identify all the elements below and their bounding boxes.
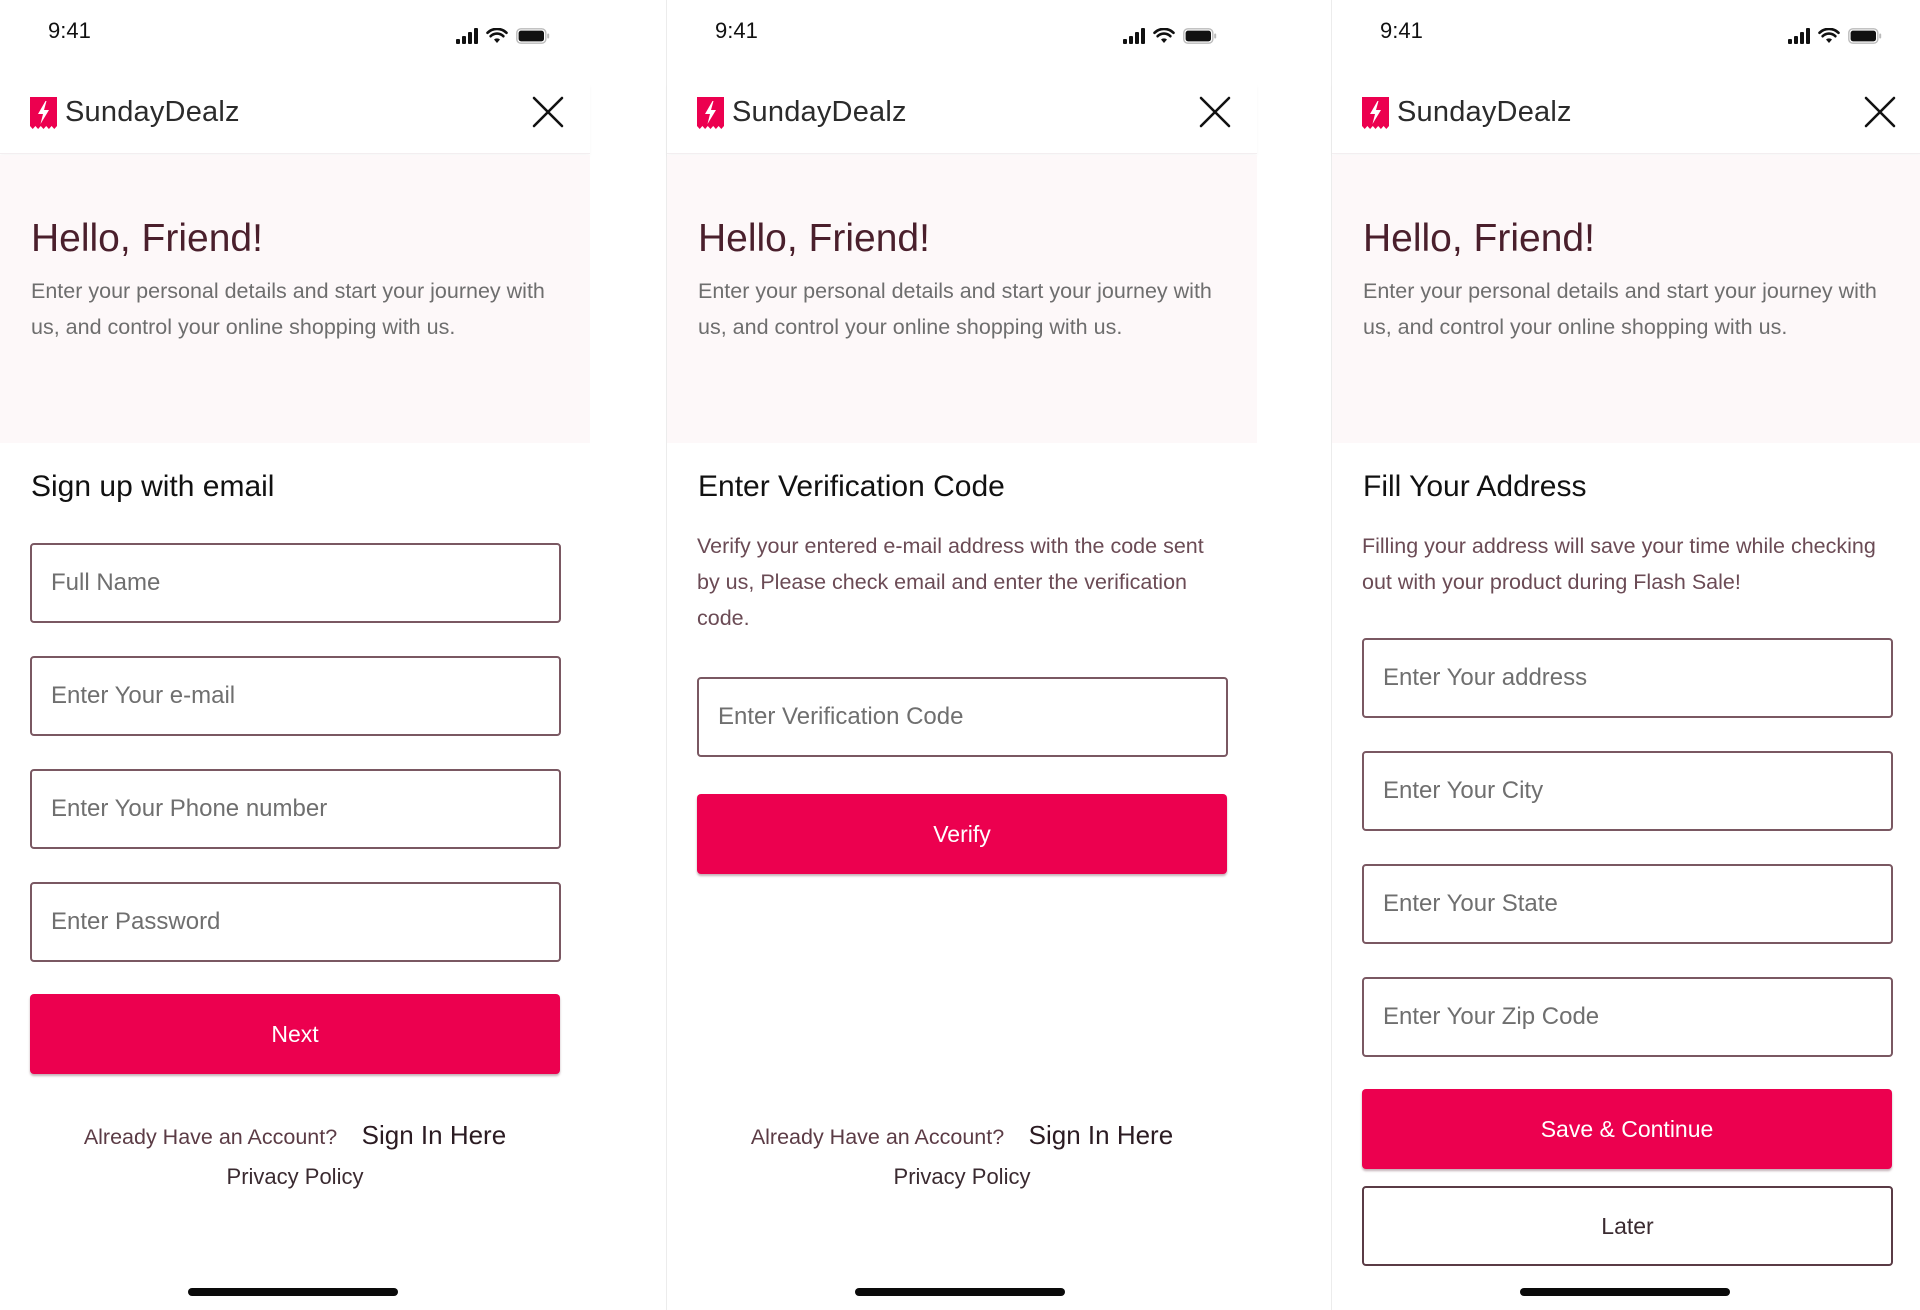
state-field[interactable] [1362, 864, 1893, 944]
next-button[interactable]: Next [30, 994, 560, 1074]
cellular-signal-icon [1788, 28, 1810, 44]
hero-banner: Hello, Friend! Enter your personal detai… [0, 155, 590, 443]
lightning-ticket-icon [30, 96, 57, 129]
hero-title: Hello, Friend! [1363, 217, 1595, 260]
cellular-signal-icon [456, 28, 478, 44]
hero-title: Hello, Friend! [698, 217, 930, 260]
zip-code-field[interactable] [1362, 977, 1893, 1057]
hero-subtitle: Enter your personal details and start yo… [698, 279, 1212, 339]
address-input[interactable] [1364, 640, 1891, 716]
hero-banner: Hello, Friend! Enter your personal detai… [667, 155, 1257, 443]
cellular-signal-icon [1123, 28, 1145, 44]
signin-prompt: Already Have an Account? [750, 1125, 1005, 1149]
signin-row: Already Have an Account? Sign In Here [0, 1120, 590, 1151]
brand-name: SundayDealz [732, 96, 907, 128]
wifi-icon [1153, 28, 1175, 44]
close-icon[interactable] [530, 94, 566, 130]
app-header: SundayDealz [667, 84, 1257, 154]
sign-in-link[interactable]: Sign In Here [362, 1120, 507, 1150]
status-icons [456, 28, 550, 44]
privacy-policy-link[interactable]: Privacy Policy [667, 1164, 1257, 1190]
wifi-icon [1818, 28, 1840, 44]
email-field[interactable] [30, 656, 561, 736]
status-bar: 9:41 [667, 0, 1257, 70]
verification-screen: 9:41 SundayDealz Hello, Friend! Enter yo… [666, 0, 1257, 1310]
hero-banner: Hello, Friend! Enter your personal detai… [1332, 155, 1920, 443]
brand-name: SundayDealz [65, 96, 240, 128]
save-continue-button[interactable]: Save & Continue [1362, 1089, 1892, 1169]
battery-icon [1183, 28, 1217, 44]
verify-button[interactable]: Verify [697, 794, 1227, 874]
state-input[interactable] [1364, 866, 1891, 942]
password-field[interactable] [30, 882, 561, 962]
city-input[interactable] [1364, 753, 1891, 829]
status-time: 9:41 [1380, 18, 1423, 43]
sign-in-link[interactable]: Sign In Here [1029, 1120, 1174, 1150]
lightning-ticket-icon [1362, 96, 1389, 129]
home-indicator [855, 1288, 1065, 1296]
address-field[interactable] [1362, 638, 1893, 718]
status-time: 9:41 [715, 18, 758, 43]
home-indicator [188, 1288, 398, 1296]
wifi-icon [486, 28, 508, 44]
status-bar: 9:41 [0, 0, 590, 70]
home-indicator [1520, 1288, 1730, 1296]
verification-code-field[interactable] [697, 677, 1228, 757]
phone-field[interactable] [30, 769, 561, 849]
signin-row: Already Have an Account? Sign In Here [667, 1120, 1257, 1151]
hero-subtitle: Enter your personal details and start yo… [1363, 279, 1877, 339]
email-input[interactable] [32, 658, 559, 734]
signin-prompt: Already Have an Account? [83, 1125, 338, 1149]
privacy-policy-link[interactable]: Privacy Policy [0, 1164, 590, 1190]
status-bar: 9:41 [1332, 0, 1920, 70]
full-name-field[interactable] [30, 543, 561, 623]
app-header: SundayDealz [1332, 84, 1920, 154]
hero-subtitle: Enter your personal details and start yo… [31, 279, 545, 339]
brand-logo: SundayDealz [697, 96, 907, 129]
status-icons [1123, 28, 1217, 44]
status-time: 9:41 [48, 18, 91, 43]
zip-code-input[interactable] [1364, 979, 1891, 1055]
section-title: Enter Verification Code [698, 470, 1005, 503]
section-title: Sign up with email [31, 470, 275, 503]
section-description: Filling your address will save your time… [1362, 534, 1876, 594]
hero-title: Hello, Friend! [31, 217, 263, 260]
status-icons [1788, 28, 1882, 44]
battery-icon [1848, 28, 1882, 44]
section-title: Fill Your Address [1363, 470, 1587, 503]
brand-logo: SundayDealz [1362, 96, 1572, 129]
app-header: SundayDealz [0, 84, 590, 154]
city-field[interactable] [1362, 751, 1893, 831]
section-description: Verify your entered e-mail address with … [697, 534, 1204, 630]
close-icon[interactable] [1862, 94, 1898, 130]
lightning-ticket-icon [697, 96, 724, 129]
brand-logo: SundayDealz [30, 96, 240, 129]
full-name-input[interactable] [32, 545, 559, 621]
battery-icon [516, 28, 550, 44]
password-input[interactable] [32, 884, 559, 960]
verification-code-input[interactable] [699, 679, 1226, 755]
address-screen: 9:41 SundayDealz Hello, Friend! Enter yo… [1331, 0, 1920, 1310]
brand-name: SundayDealz [1397, 96, 1572, 128]
phone-input[interactable] [32, 771, 559, 847]
later-button[interactable]: Later [1362, 1186, 1893, 1266]
signup-screen: 9:41 SundayDealz Hello, Friend! Enter yo… [0, 0, 590, 1310]
close-icon[interactable] [1197, 94, 1233, 130]
